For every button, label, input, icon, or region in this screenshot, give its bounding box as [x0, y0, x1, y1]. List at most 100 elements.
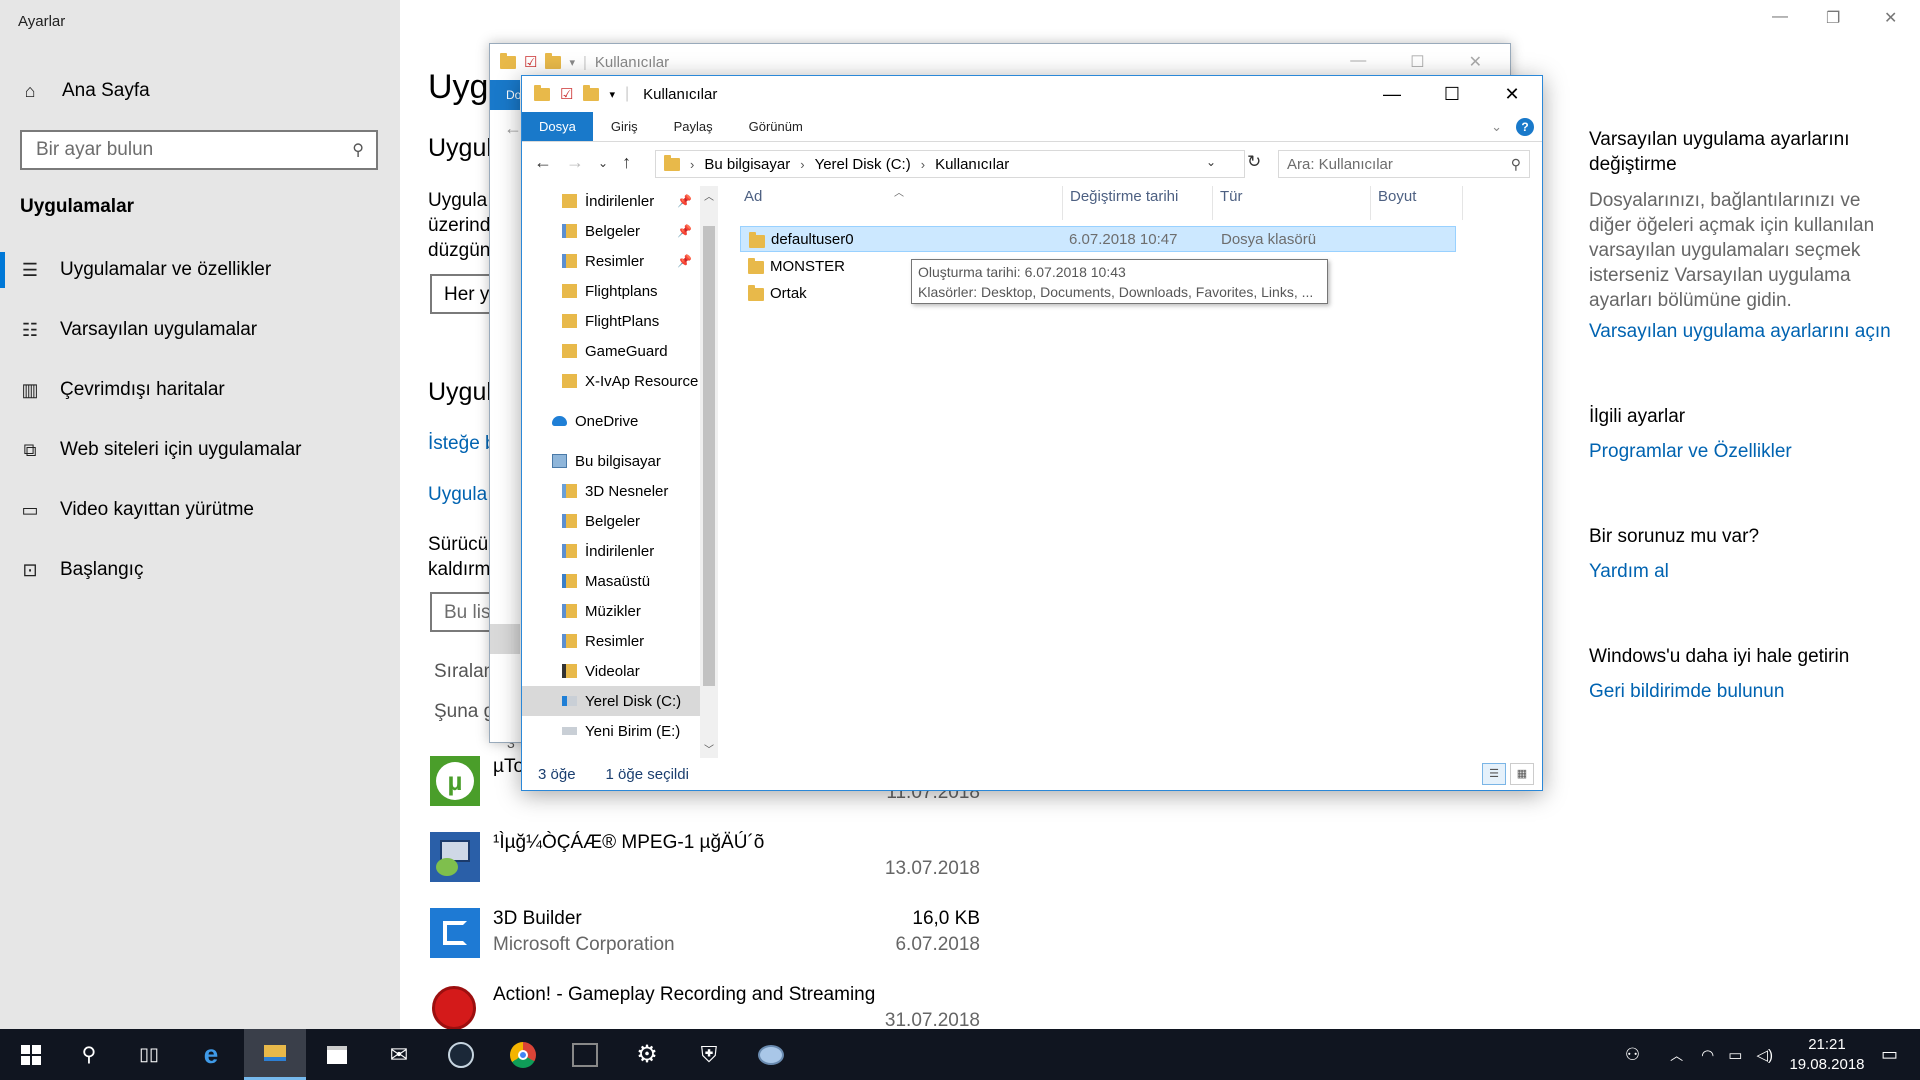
- chrome-icon[interactable]: [492, 1029, 554, 1080]
- chevron-right-icon[interactable]: ›: [690, 157, 694, 172]
- new-folder-icon[interactable]: [583, 84, 600, 101]
- people-icon[interactable]: ⚇: [1625, 1045, 1640, 1065]
- app-list-item[interactable]: ¹Ìµğ¼ÒÇÁÆ® MPEG-1 µğÄÚ´õ 13.07.2018: [430, 832, 980, 892]
- optional-features-link[interactable]: İsteğe b: [428, 433, 496, 455]
- column-divider[interactable]: [1212, 186, 1213, 220]
- nav-pane-item[interactable]: 3D Nesneler: [522, 476, 700, 506]
- wifi-icon[interactable]: ◠: [1701, 1046, 1714, 1064]
- nvidia-icon[interactable]: [554, 1029, 616, 1080]
- edge-icon[interactable]: e: [180, 1029, 242, 1080]
- sidebar-item-default-apps[interactable]: ☷ Varsayılan uygulamalar: [0, 300, 400, 360]
- nav-pane-item[interactable]: Resimler 📌: [522, 246, 700, 276]
- tab-home[interactable]: Giriş: [593, 112, 656, 141]
- help-icon[interactable]: ?: [1516, 118, 1534, 136]
- nav-pane-item[interactable]: Yeni Birim (E:): [522, 716, 700, 746]
- nav-pane-item[interactable]: FlightPlans: [522, 306, 700, 336]
- search-icon[interactable]: ⚲: [58, 1029, 120, 1080]
- settings-search-input[interactable]: Bir ayar bulun ⚲: [20, 130, 378, 170]
- column-header-size[interactable]: Boyut: [1378, 188, 1416, 216]
- get-help-link[interactable]: Yardım al: [1589, 559, 1669, 584]
- explorer-search-input[interactable]: Ara: Kullanıcılar ⚲: [1278, 150, 1530, 178]
- refresh-icon[interactable]: ↻: [1247, 152, 1261, 172]
- back-arrow-icon[interactable]: ←: [504, 118, 522, 139]
- expand-ribbon-icon[interactable]: ⌄: [1491, 119, 1502, 135]
- volume-icon[interactable]: ◁): [1756, 1046, 1773, 1064]
- file-row[interactable]: defaultuser0 6.07.2018 10:47 Dosya klasö…: [740, 226, 1456, 252]
- nav-pane-item[interactable]: OneDrive: [522, 406, 700, 436]
- recent-locations-icon[interactable]: ⌄: [598, 152, 608, 173]
- maximize-button[interactable]: ☐: [1422, 76, 1482, 112]
- pin-icon[interactable]: 📌: [677, 254, 692, 268]
- pin-icon[interactable]: 📌: [677, 194, 692, 208]
- sidebar-item-apps-websites[interactable]: ⧉ Web siteleri için uygulamalar: [0, 420, 400, 480]
- up-arrow-icon[interactable]: ↑: [622, 152, 631, 173]
- maximize-icon[interactable]: ☐: [1410, 52, 1424, 72]
- paint-icon[interactable]: [740, 1029, 802, 1080]
- large-icons-view-icon[interactable]: ▦: [1510, 763, 1534, 785]
- chevron-down-icon[interactable]: ⌄: [1206, 155, 1216, 169]
- clock[interactable]: 21:21 19.08.2018: [1787, 1035, 1867, 1075]
- nav-pane-item[interactable]: X-IvAp Resource: [522, 366, 700, 396]
- minimize-icon[interactable]: —: [1350, 52, 1366, 72]
- details-view-icon[interactable]: ☰: [1482, 763, 1506, 785]
- filter-label[interactable]: Şuna g: [434, 701, 494, 723]
- nav-pane-item[interactable]: Bu bilgisayar: [522, 446, 700, 476]
- settings-minimize-button[interactable]: —: [1772, 8, 1788, 26]
- close-icon[interactable]: ✕: [1469, 52, 1482, 72]
- settings-icon[interactable]: ⚙: [616, 1029, 678, 1080]
- breadcrumb-item[interactable]: Kullanıcılar: [935, 156, 1009, 173]
- address-bar[interactable]: › Bu bilgisayar › Yerel Disk (C:) › Kull…: [655, 150, 1245, 178]
- nav-pane-item-selected[interactable]: Yerel Disk (C:): [522, 686, 700, 716]
- breadcrumb-item[interactable]: Yerel Disk (C:): [815, 156, 911, 173]
- explorer-window[interactable]: ☑ ▾ | Kullanıcılar — ☐ ✕ Dosya Giriş Pay…: [521, 75, 1543, 791]
- sidebar-item-offline-maps[interactable]: ▥ Çevrimdışı haritalar: [0, 360, 400, 420]
- mail-icon[interactable]: ✉: [368, 1029, 430, 1080]
- programs-features-link[interactable]: Programlar ve Özellikler: [1589, 439, 1792, 464]
- column-header-name[interactable]: Ad: [744, 188, 762, 216]
- chevron-right-icon[interactable]: ›: [921, 157, 925, 172]
- properties-icon[interactable]: ☑: [560, 85, 573, 103]
- nav-pane-scrollbar[interactable]: ︿ ﹀: [700, 186, 718, 758]
- nav-pane-item[interactable]: İndirilenler: [522, 536, 700, 566]
- open-default-apps-link[interactable]: Varsayılan uygulama ayarlarını açın: [1589, 319, 1919, 344]
- battery-icon[interactable]: ▭: [1728, 1046, 1742, 1064]
- forward-arrow-icon[interactable]: →: [566, 152, 584, 173]
- nav-pane-item[interactable]: Müzikler: [522, 596, 700, 626]
- steam-icon[interactable]: [430, 1029, 492, 1080]
- nav-pane-item[interactable]: Videolar: [522, 656, 700, 686]
- column-divider[interactable]: [1462, 186, 1463, 220]
- settings-restore-button[interactable]: ❐: [1826, 8, 1840, 28]
- chevron-down-icon[interactable]: ﹀: [704, 741, 714, 756]
- chevron-up-icon[interactable]: ︿: [704, 188, 714, 203]
- nav-pane-item[interactable]: Belgeler: [522, 506, 700, 536]
- sidebar-item-video-playback[interactable]: ▭ Video kayıttan yürütme: [0, 480, 400, 540]
- scrollbar-thumb[interactable]: [703, 226, 715, 686]
- column-header-type[interactable]: Tür: [1220, 188, 1243, 216]
- tab-file[interactable]: Dosya: [522, 112, 593, 141]
- app-list-item[interactable]: Action! - Gameplay Recording and Streami…: [430, 984, 980, 1029]
- give-feedback-link[interactable]: Geri bildirimde bulunun: [1589, 679, 1784, 704]
- nav-pane-item[interactable]: Flightplans: [522, 276, 700, 306]
- windows-start-icon[interactable]: [0, 1029, 62, 1080]
- column-divider[interactable]: [1370, 186, 1371, 220]
- app-list-item[interactable]: 3D Builder Microsoft Corporation 16,0 KB…: [430, 908, 980, 968]
- notifications-icon[interactable]: ▭: [1881, 1044, 1898, 1065]
- column-header-modified[interactable]: Değiştirme tarihi: [1070, 188, 1178, 216]
- file-tab-back[interactable]: Do: [490, 80, 521, 110]
- nav-pane-item[interactable]: İndirilenler 📌: [522, 186, 700, 216]
- customize-dropdown-icon[interactable]: ▾: [609, 88, 615, 101]
- task-view-icon[interactable]: ▯▯: [118, 1029, 180, 1080]
- minimize-button[interactable]: —: [1362, 76, 1422, 112]
- nav-pane-item[interactable]: GameGuard: [522, 336, 700, 366]
- home-nav-item[interactable]: ⌂ Ana Sayfa: [20, 80, 150, 102]
- settings-close-button[interactable]: ✕: [1884, 8, 1897, 28]
- store-icon[interactable]: [306, 1029, 368, 1080]
- tab-share[interactable]: Paylaş: [656, 112, 731, 141]
- app-aliases-link[interactable]: Uygula: [428, 484, 487, 506]
- sidebar-item-startup[interactable]: ⊡ Başlangıç: [0, 540, 400, 600]
- breadcrumb-item[interactable]: Bu bilgisayar: [704, 156, 790, 173]
- column-divider[interactable]: [1062, 186, 1063, 220]
- close-button[interactable]: ✕: [1482, 76, 1542, 112]
- chevron-right-icon[interactable]: ›: [800, 157, 804, 172]
- nav-pane-item[interactable]: Resimler: [522, 626, 700, 656]
